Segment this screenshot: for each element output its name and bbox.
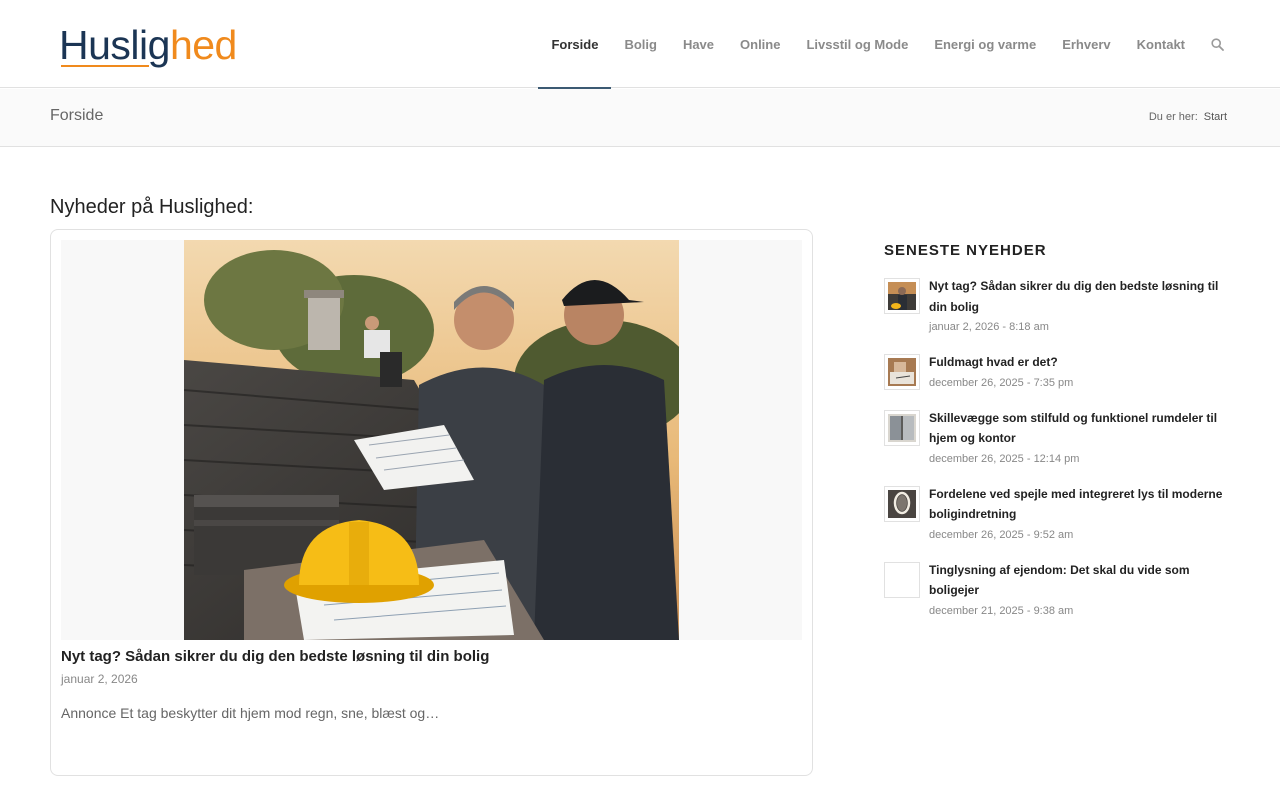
news-item-date: december 21, 2025 - 9:38 am (929, 604, 1074, 617)
latest-news-list: Nyt tag? Sådan sikrer du dig den bedste … (884, 276, 1229, 636)
sidebar-heading: SENESTE NYEHDER (884, 242, 1047, 259)
breadcrumb-link-start[interactable]: Start (1204, 111, 1227, 123)
news-thumbnail[interactable] (884, 485, 920, 522)
nav-item-online[interactable]: Online (727, 0, 793, 88)
page-title[interactable]: Forside (50, 107, 103, 125)
search-icon (1211, 37, 1224, 51)
nav-item-forside[interactable]: Forside (538, 0, 612, 89)
featured-post-date: januar 2, 2026 (61, 672, 138, 686)
list-item: Skillevægge som stilfuld og funktionel r… (884, 408, 1229, 469)
title-bar: Forside Du er her: Start (0, 89, 1280, 147)
list-item: Fordelene ved spejle med integreret lys … (884, 484, 1229, 545)
nav-item-kontakt[interactable]: Kontakt (1124, 0, 1198, 88)
news-section-heading: Nyheder på Huslighed: (50, 196, 254, 218)
news-item-date: december 26, 2025 - 9:52 am (929, 528, 1074, 541)
news-item-title[interactable]: Fordelene ved spejle med integreret lys … (929, 484, 1229, 525)
list-item: Tinglysning af ejendom: Det skal du vide… (884, 560, 1229, 621)
nav-item-have[interactable]: Have (670, 0, 727, 88)
featured-post-title[interactable]: Nyt tag? Sådan sikrer du dig den bedste … (61, 648, 489, 665)
news-thumbnail[interactable] (884, 278, 920, 314)
news-item-title[interactable]: Tinglysning af ejendom: Det skal du vide… (929, 560, 1229, 601)
nav-item-erhverv[interactable]: Erhverv (1049, 0, 1123, 88)
nav-item-bolig[interactable]: Bolig (611, 0, 670, 88)
logo-text-part1: Huslig (59, 22, 170, 68)
nav-item-energi-og-varme[interactable]: Energi og varme (921, 0, 1049, 88)
featured-post-image[interactable] (184, 240, 679, 640)
news-thumbnail[interactable] (884, 409, 920, 446)
breadcrumb: Du er her: Start (1149, 111, 1227, 123)
breadcrumb-prefix: Du er her: (1148, 111, 1198, 123)
featured-post-card: Nyt tag? Sådan sikrer du dig den bedste … (50, 229, 813, 776)
site-header: Huslighed Forside Bolig Have Online Livs… (0, 0, 1280, 89)
news-thumbnail[interactable] (884, 354, 920, 390)
featured-post-image-frame[interactable] (61, 240, 802, 640)
search-button[interactable] (1198, 0, 1280, 88)
news-item-date: januar 2, 2026 - 8:18 am (929, 321, 1049, 333)
featured-post-excerpt: Annonce Et tag beskytter dit hjem mod re… (61, 705, 440, 721)
list-item: Fuldmagt hvad er det? december 26, 2025 … (884, 352, 1229, 393)
news-item-title[interactable]: Fuldmagt hvad er det? (929, 352, 1229, 373)
news-item-title[interactable]: Skillevægge som stilfuld og funktionel r… (929, 408, 1229, 449)
logo-underline (61, 65, 149, 67)
nav-item-livsstil-og-mode[interactable]: Livsstil og Mode (793, 0, 921, 88)
logo-text-part2: hed (169, 22, 237, 68)
news-item-date: december 26, 2025 - 7:35 pm (929, 376, 1074, 389)
news-item-title[interactable]: Nyt tag? Sådan sikrer du dig den bedste … (929, 276, 1229, 317)
main-nav: Forside Bolig Have Online Livsstil og Mo… (538, 0, 1280, 89)
news-thumbnail[interactable] (884, 561, 920, 598)
news-item-date: december 26, 2025 - 12:14 pm (929, 452, 1080, 465)
site-logo[interactable]: Huslighed (59, 22, 237, 68)
list-item: Nyt tag? Sådan sikrer du dig den bedste … (884, 276, 1229, 337)
